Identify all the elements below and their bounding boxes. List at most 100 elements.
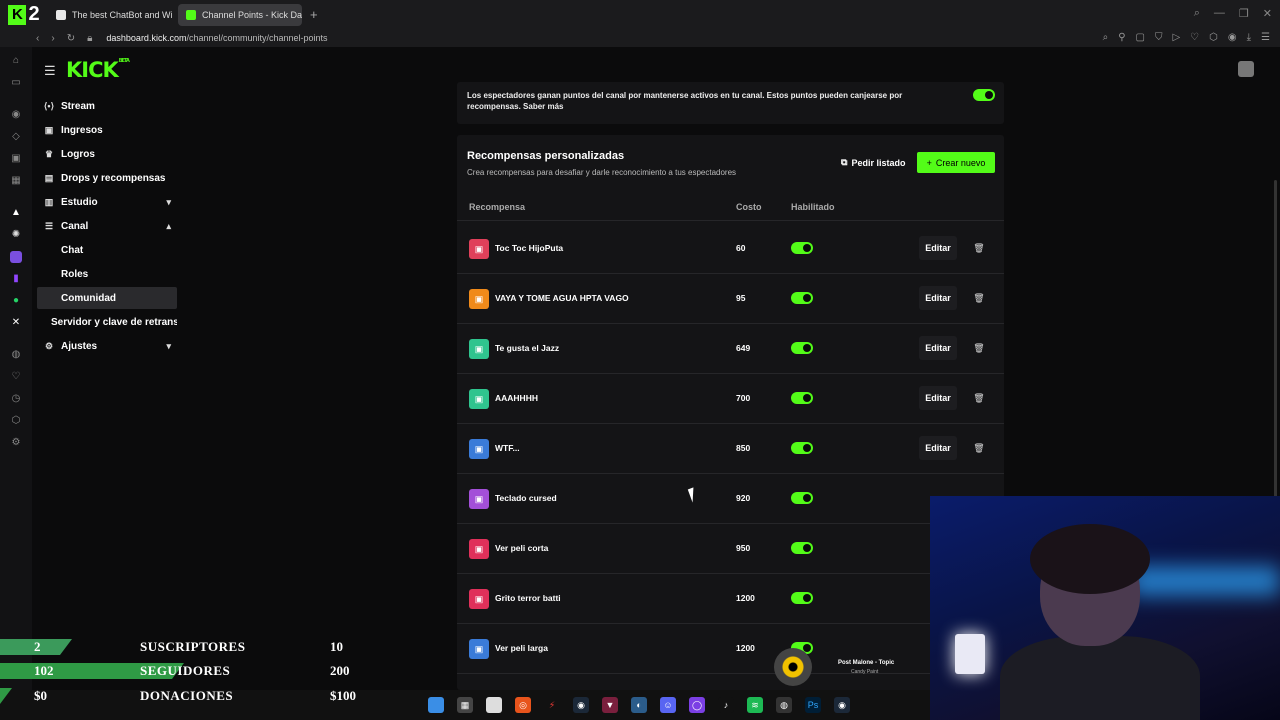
download-icon[interactable]: ⤓ [1247,32,1251,43]
history-icon[interactable]: ◷ [10,393,22,405]
restore-icon[interactable]: ❐ [1239,7,1249,20]
nav-buttons: ‹ › ↻ 🔒︎ [36,33,92,44]
trash-icon[interactable]: 🗑︎ [972,386,986,410]
app-bolt-icon[interactable]: ⚡︎ [544,697,560,713]
play-icon[interactable]: ▷ [1172,32,1180,43]
create-reward-button[interactable]: + Crear nuevo [917,152,995,173]
nav-ingresos[interactable]: ▣ Ingresos [37,119,177,141]
zoom-icon[interactable]: ⌕ [1103,32,1109,43]
tiktok-icon[interactable]: ♪ [718,697,734,713]
goal-progress-fill [0,688,12,704]
puzzle-icon[interactable]: ⬡ [10,415,22,427]
nav-drops[interactable]: ▤ Drops y recompensas [37,167,177,189]
profile-icon[interactable]: ◉ [1228,32,1237,43]
nav-logros[interactable]: ♛ Logros [37,143,177,165]
reward-enabled-toggle[interactable] [791,242,813,254]
edit-reward-button[interactable]: Editar [919,386,957,410]
nav-servidor[interactable]: Servidor y clave de retransmisión [51,311,177,333]
screenshot-icon[interactable]: ▢ [1136,32,1145,43]
image-icon[interactable]: ▣ [10,153,22,165]
nav-chat[interactable]: Chat [37,239,177,261]
app-icon[interactable]: ◍ [776,697,792,713]
explorer-icon[interactable] [486,697,502,713]
hamburger-menu-icon[interactable]: ☰ [44,63,56,79]
task-view-icon[interactable]: ▦ [457,697,473,713]
extensions-icon[interactable]: ⬡ [1209,32,1218,43]
discord-icon[interactable]: ☺ [660,697,676,713]
nav-ajustes[interactable]: ⚙ Ajustes ▾ [37,335,177,357]
kick-logo[interactable]: KICKBETA [66,58,130,82]
spotify-icon[interactable]: ≋ [747,697,763,713]
nav-canal[interactable]: ☰ Canal ▴ [37,215,177,237]
nav-estudio[interactable]: ▥ Estudio ▾ [37,191,177,213]
reward-enabled-toggle[interactable] [791,592,813,604]
external-link-icon: ⧉ [841,157,848,167]
obs-icon[interactable]: ◐ [631,697,647,713]
trash-icon[interactable]: 🗑︎ [972,236,986,260]
photoshop-icon[interactable]: Ps [805,697,821,713]
music-icon[interactable]: ◍ [10,349,22,361]
whatsapp-icon[interactable]: ● [10,295,22,307]
led-glow [1130,566,1280,596]
channel-icon: ☰ [44,220,54,231]
request-list-button[interactable]: ⧉ Pedir listado [841,152,905,173]
edit-reward-button[interactable]: Editar [919,336,957,360]
browser-icon[interactable]: ◎ [515,697,531,713]
points-enabled-toggle[interactable] [973,89,995,101]
user-avatar[interactable] [1238,61,1254,77]
back-icon[interactable]: ‹ [36,33,39,44]
diamond-icon[interactable]: ◇ [10,131,22,143]
trash-icon[interactable]: 🗑︎ [972,336,986,360]
search-icon[interactable]: ⌕ [1194,7,1200,20]
reward-enabled-toggle[interactable] [791,342,813,354]
reward-cost: 700 [736,393,751,403]
close-icon[interactable]: ✕ [1263,7,1272,20]
triangle-icon[interactable]: ▲ [10,207,22,219]
goal-label: DONACIONES [140,688,234,703]
forward-icon[interactable]: › [51,33,54,44]
tab-channel-points[interactable]: Channel Points - Kick Das [178,3,302,26]
windows-start-icon[interactable] [428,697,444,713]
reward-enabled-toggle[interactable] [791,542,813,554]
reload-icon[interactable]: ↻ [67,33,75,44]
home-icon[interactable]: ⌂ [10,55,22,67]
steam-icon[interactable]: ◉ [573,697,589,713]
tab-chatbot[interactable]: The best ChatBot and Wi [48,4,172,26]
reward-enabled-toggle[interactable] [791,392,813,404]
url-field[interactable]: dashboard.kick.com/channel/community/cha… [106,33,327,43]
new-tab-button[interactable]: + [310,7,318,22]
pin-icon[interactable]: ⚲ [1118,32,1125,43]
calendar-icon[interactable]: ▦ [10,175,22,187]
shield-icon[interactable]: ⛉ [1155,32,1163,43]
heart-icon[interactable]: ♡ [1190,32,1199,43]
edit-reward-button[interactable]: Editar [919,236,957,260]
reward-name: Ver peli larga [495,643,548,653]
opera-icon[interactable]: ◯ [689,697,705,713]
editor-icon[interactable]: ▼ [602,697,618,713]
reward-enabled-toggle[interactable] [791,442,813,454]
minimize-icon[interactable]: — [1214,7,1225,20]
trash-icon[interactable]: 🗑︎ [972,286,986,310]
goal-bar: $0 DONACIONES $100 [0,686,360,706]
goal-bar: 2 SUSCRIPTORES 10 [0,637,360,657]
eye-icon[interactable]: ◉ [10,109,22,121]
reward-enabled-toggle[interactable] [791,492,813,504]
steam-icon-2[interactable]: ◉ [834,697,850,713]
twitch-icon[interactable]: ▮ [10,273,22,285]
reward-enabled-toggle[interactable] [791,292,813,304]
openai-icon[interactable]: ✺ [10,229,22,241]
settings-icon[interactable]: ⚙ [10,437,22,449]
nav-stream[interactable]: ⟨•⟩ Stream [37,95,177,117]
nav-roles[interactable]: Roles [37,263,177,285]
trash-icon[interactable]: 🗑︎ [972,436,986,460]
app-icon[interactable] [10,251,22,263]
x-icon[interactable]: ✕ [10,317,22,329]
menu-icon[interactable]: ☰ [1261,32,1270,43]
nav-comunidad[interactable]: Comunidad [37,287,177,309]
edit-reward-button[interactable]: Editar [919,286,957,310]
chat-icon[interactable]: ▭ [10,77,22,89]
table-row: ▣ Grito terror batti 1200 [457,574,1004,624]
edit-reward-button[interactable]: Editar [919,436,957,460]
table-row: ▣ WTF... 850 Editar 🗑︎ [457,424,1004,474]
favorites-icon[interactable]: ♡ [10,371,22,383]
